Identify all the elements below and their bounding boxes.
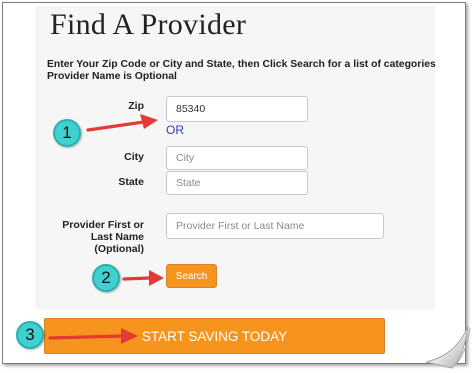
instructions-line-2: Provider Name is Optional xyxy=(47,71,177,82)
state-input[interactable] xyxy=(166,171,308,195)
instructions: Enter Your Zip Code or City and State, t… xyxy=(47,59,457,83)
page-curl-icon xyxy=(425,322,471,369)
page-title: Find A Provider xyxy=(50,8,247,41)
red-arrow-icon xyxy=(122,270,164,286)
city-input[interactable] xyxy=(166,146,308,170)
red-arrow-icon xyxy=(48,328,138,344)
red-arrow-icon xyxy=(86,114,158,132)
step-3-badge: 3 xyxy=(16,321,44,349)
provider-label-line-1: Provider First or xyxy=(62,219,144,231)
search-button[interactable]: Search xyxy=(166,264,217,288)
provider-label-line-2: Last Name xyxy=(90,231,144,243)
provider-name-label: Provider First or Last Name (Optional) xyxy=(50,219,144,255)
or-separator: OR xyxy=(166,123,184,137)
step-2-badge: 2 xyxy=(92,264,120,292)
provider-label-line-3: (Optional) xyxy=(94,243,144,255)
city-label: City xyxy=(124,151,144,163)
state-label: State xyxy=(118,176,144,188)
zip-label: Zip xyxy=(128,100,144,112)
zip-input[interactable] xyxy=(166,96,308,122)
step-1-badge: 1 xyxy=(53,119,81,147)
provider-name-input[interactable] xyxy=(166,213,384,239)
instructions-line-1: Enter Your Zip Code or City and State, t… xyxy=(47,59,436,70)
